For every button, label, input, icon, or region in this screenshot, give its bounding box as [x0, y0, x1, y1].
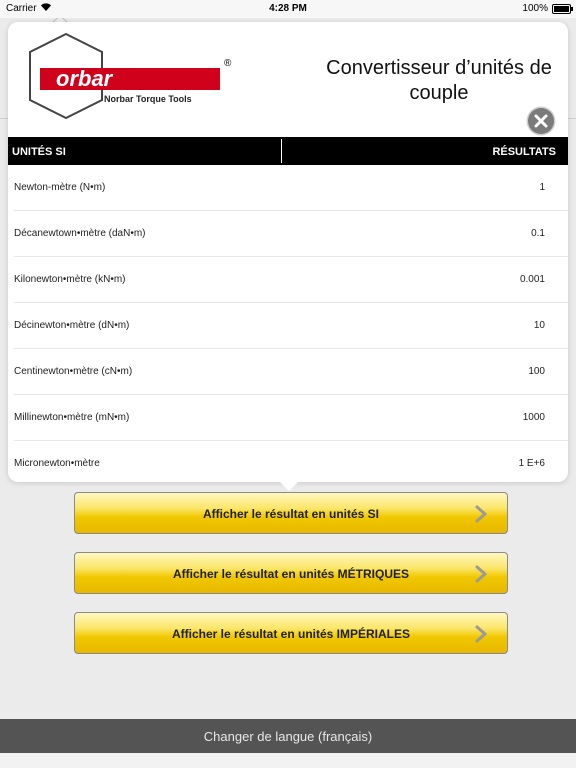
table-row[interactable]: Centinewton•mètre (cN•m) 100: [14, 349, 568, 395]
result-value: 0.1: [531, 228, 545, 239]
unit-label: Kilonewton•mètre (kN•m): [14, 274, 126, 285]
close-icon: [534, 114, 548, 128]
button-label: Afficher le résultat en unités MÉTRIQUES: [172, 567, 410, 581]
column-header-units: UNITÉS SI: [12, 146, 66, 158]
norbar-logo: orbar ® Norbar Torque Tools: [26, 32, 241, 122]
unit-label: Décanewtown•mètre (daN•m): [14, 228, 146, 239]
close-button[interactable]: [528, 108, 554, 134]
page-title: Convertisseur d’unités de couple: [326, 57, 552, 104]
result-value: 1 E+6: [518, 458, 545, 469]
table-row[interactable]: Décanewtown•mètre (daN•m) 0.1: [14, 211, 568, 257]
result-value: 1000: [522, 412, 545, 423]
table-row[interactable]: Décinewton•mètre (dN•m) 10: [14, 303, 568, 349]
result-value: 0.001: [519, 274, 545, 285]
unit-label: Millinewton•mètre (mN•m): [14, 412, 130, 423]
table-row[interactable]: Newton-mètre (N•m) 1: [14, 165, 568, 211]
table-row[interactable]: Micronewton•mètre 1 E+6: [14, 441, 568, 482]
clock: 4:28 PM: [269, 3, 307, 14]
change-language-label: Changer de langue (français): [203, 729, 373, 744]
battery-icon: [552, 4, 573, 14]
result-value: 10: [533, 320, 545, 331]
change-language-button[interactable]: Changer de langue (français): [0, 719, 576, 753]
button-label: Afficher le résultat en unités IMPÉRIALE…: [171, 627, 411, 641]
result-value: 100: [528, 366, 545, 377]
converter-popover: orbar ® Norbar Torque Tools Convertisseu…: [8, 22, 568, 482]
table-row[interactable]: Millinewton•mètre (mN•m) 1000: [14, 395, 568, 441]
svg-text:orbar: orbar: [56, 66, 114, 91]
status-bar: Carrier 4:28 PM 100%: [0, 0, 576, 18]
battery-percent: 100%: [522, 3, 548, 14]
result-value: 1: [539, 182, 545, 193]
column-divider: [281, 139, 282, 163]
show-metric-units-button[interactable]: Afficher le résultat en unités MÉTRIQUES: [74, 552, 508, 594]
show-si-units-button[interactable]: Afficher le résultat en unités SI: [74, 492, 508, 534]
popover-arrow: [279, 481, 299, 491]
bottom-strip: [0, 753, 576, 768]
chevron-right-icon: [475, 625, 487, 643]
unit-label: Centinewton•mètre (cN•m): [14, 366, 133, 377]
column-header-results: RÉSULTATS: [492, 146, 556, 158]
unit-label: Décinewton•mètre (dN•m): [14, 320, 130, 331]
svg-text:®: ®: [224, 58, 232, 69]
table-header: UNITÉS SI RÉSULTATS: [8, 137, 568, 165]
table-row[interactable]: Kilonewton•mètre (kN•m) 0.001: [14, 257, 568, 303]
show-imperial-units-button[interactable]: Afficher le résultat en unités IMPÉRIALE…: [74, 612, 508, 654]
button-label: Afficher le résultat en unités SI: [202, 507, 380, 521]
chevron-right-icon: [475, 565, 487, 583]
results-table: Newton-mètre (N•m) 1 Décanewtown•mètre (…: [8, 165, 568, 482]
unit-label: Micronewton•mètre: [14, 458, 100, 469]
chevron-right-icon: [475, 505, 487, 523]
svg-text:Norbar Torque Tools: Norbar Torque Tools: [104, 94, 192, 104]
unit-label: Newton-mètre (N•m): [14, 182, 106, 193]
